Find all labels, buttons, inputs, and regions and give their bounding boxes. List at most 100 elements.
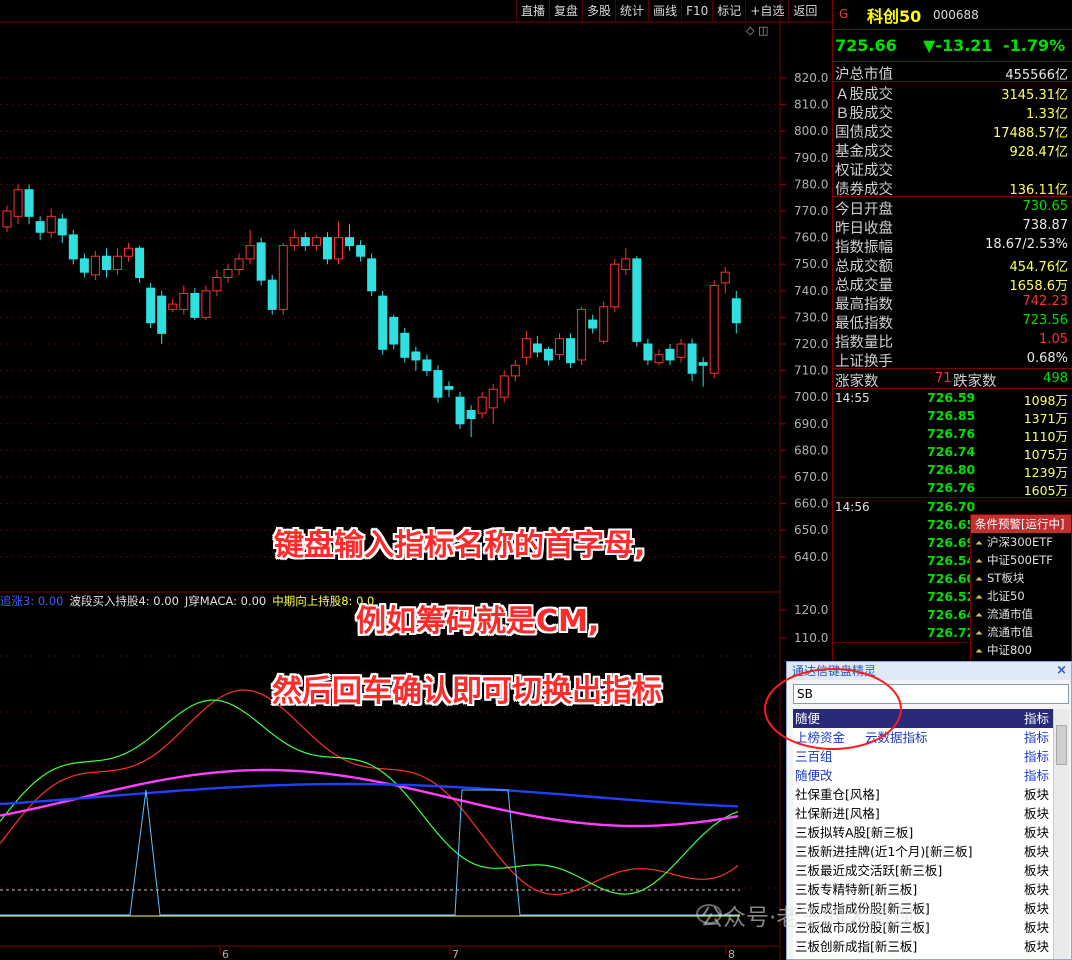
alert-item[interactable]: ⏶ ST板块 [971, 569, 1071, 587]
toolbar-button-0[interactable]: 直播 [516, 0, 549, 22]
candle[interactable] [212, 269, 222, 297]
alert-title[interactable]: 条件预警[运行中] [971, 515, 1071, 533]
candle[interactable] [168, 298, 178, 313]
candle[interactable] [256, 237, 266, 286]
candle[interactable] [234, 253, 244, 275]
candle[interactable] [367, 253, 377, 297]
candle[interactable] [521, 330, 531, 366]
candle[interactable] [35, 216, 45, 241]
wizard-result-row[interactable]: 三板创新成指[新三板] 板块 [793, 937, 1053, 956]
candle[interactable] [289, 229, 299, 251]
toolbar-button-1[interactable]: 复盘 [549, 0, 582, 22]
candle[interactable] [267, 274, 277, 315]
candle[interactable] [57, 213, 67, 243]
candle[interactable] [135, 245, 145, 283]
candle[interactable] [665, 344, 675, 366]
candle[interactable] [68, 229, 78, 265]
tick-row[interactable]: 726.85 1371万 [833, 407, 1072, 426]
candle[interactable] [223, 264, 233, 283]
candle[interactable] [433, 365, 443, 403]
candle[interactable] [676, 338, 686, 363]
candle[interactable] [566, 333, 576, 368]
candle[interactable] [510, 359, 520, 382]
candle[interactable] [157, 290, 167, 344]
candle[interactable] [90, 250, 100, 281]
wizard-scrollbar[interactable] [1053, 709, 1069, 959]
candle[interactable] [300, 232, 310, 251]
candle[interactable] [687, 338, 697, 382]
wizard-result-row[interactable]: 随便改 指标 [793, 766, 1053, 785]
toolbar-button-6[interactable]: 标记 [712, 0, 745, 22]
candle[interactable] [322, 232, 332, 265]
wizard-result-row[interactable]: 三板拟转A股[新三板] 板块 [793, 823, 1053, 842]
candle[interactable] [24, 184, 34, 225]
candle[interactable] [698, 357, 708, 387]
kline-chart-area[interactable]: 820.0 810.0 800.0 790.0 780.0 770.0 760.0 750.0… [0, 0, 832, 960]
alert-item[interactable]: ⏶ 中证500ETF [971, 551, 1071, 569]
toolbar-button-4[interactable]: 画线 [648, 0, 681, 22]
chart-corner-icons[interactable]: ◇ ◫ [746, 24, 768, 37]
candle[interactable] [455, 391, 465, 430]
alert-item[interactable]: ⏶ 流通市值 [971, 605, 1071, 623]
toolbar-button-5[interactable]: F10 [681, 0, 712, 22]
tick-row[interactable]: 726.80 1239万 [833, 461, 1072, 480]
candle[interactable] [466, 405, 476, 438]
wizard-result-row[interactable]: 社保新进[风格] 板块 [793, 804, 1053, 823]
candle[interactable] [113, 248, 122, 275]
candle[interactable] [146, 282, 156, 329]
toolbar-button-3[interactable]: 统计 [615, 0, 648, 22]
tick-row[interactable]: 726.76 1110万 [833, 425, 1072, 444]
candle[interactable] [190, 288, 200, 321]
alert-item[interactable]: ⏶ 沪深300ETF [971, 533, 1071, 551]
candle[interactable] [709, 280, 719, 379]
candle[interactable] [720, 266, 730, 294]
stock-name[interactable]: 科创50 [867, 3, 921, 27]
candle[interactable] [543, 346, 553, 366]
toolbar-button-8[interactable]: 返回 [788, 0, 821, 22]
candle[interactable] [201, 285, 211, 321]
wizard-result-row[interactable]: 三板最近成交活跃[新三板] 板块 [793, 861, 1053, 880]
candle[interactable] [610, 258, 620, 313]
candle[interactable] [400, 328, 410, 363]
candle[interactable] [632, 256, 642, 347]
candle[interactable] [444, 381, 454, 398]
tick-row[interactable]: 726.76 1605万 [833, 479, 1072, 498]
candle[interactable] [599, 301, 609, 344]
wizard-result-row[interactable]: 三板新进挂牌(近1个月)[新三板] 板块 [793, 842, 1053, 861]
candle[interactable] [731, 290, 741, 334]
candle[interactable] [13, 184, 23, 225]
candle[interactable] [411, 346, 421, 371]
candle[interactable] [245, 229, 255, 265]
candle[interactable] [46, 208, 56, 238]
candle[interactable] [2, 205, 12, 233]
candle[interactable] [101, 248, 111, 278]
candle[interactable] [345, 224, 355, 251]
candle[interactable] [532, 336, 542, 358]
candle[interactable] [79, 253, 89, 278]
candle[interactable] [643, 338, 653, 366]
wizard-result-row[interactable]: 三板专精特新[新三板] 板块 [793, 880, 1053, 899]
alert-item[interactable]: ⏶ 流通市值 [971, 623, 1071, 641]
candle[interactable] [356, 240, 366, 262]
chart-canvas[interactable]: 820.0 810.0 800.0 790.0 780.0 770.0 760.0 750.0… [0, 0, 832, 960]
tick-row[interactable]: 726.59 1098万 [833, 389, 1072, 408]
candle[interactable] [422, 354, 432, 376]
toolbar-button-2[interactable]: 多股 [582, 0, 615, 22]
candle[interactable] [278, 242, 288, 315]
candle[interactable] [389, 314, 399, 350]
candle[interactable] [555, 333, 564, 360]
candle[interactable] [577, 306, 587, 366]
alert-item[interactable]: ⏶ 北证50 [971, 587, 1071, 605]
candle[interactable] [621, 248, 631, 275]
close-icon[interactable]: × [1056, 662, 1067, 680]
tick-row[interactable]: 726.74 1075万 [833, 443, 1072, 462]
candle[interactable] [179, 285, 189, 315]
candle[interactable] [334, 221, 343, 265]
candle[interactable] [378, 290, 388, 355]
candle[interactable] [477, 391, 487, 419]
condition-alert-panel[interactable]: 条件预警[运行中] ⏶ 沪深300ETF ⏶ 中证500ETF ⏶ ST板块 ⏶ 北证50 ⏶ 流… [970, 514, 1072, 662]
wizard-result-row[interactable]: 社保重仓[风格] 板块 [793, 785, 1053, 804]
candle[interactable] [311, 234, 321, 251]
toolbar-button-7[interactable]: +自选 [745, 0, 788, 22]
candle[interactable] [654, 349, 664, 366]
